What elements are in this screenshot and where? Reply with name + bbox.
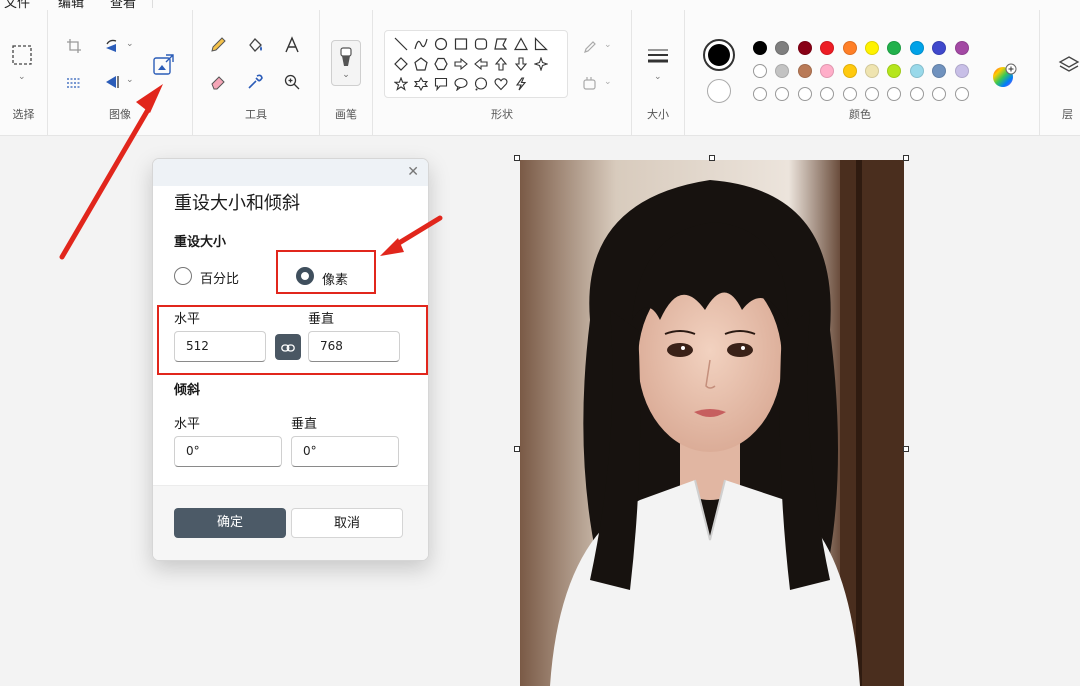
arrow-to-pixels-option (391, 215, 443, 249)
annotation-arrows (59, 84, 443, 260)
arrow-head-icon (136, 84, 163, 113)
arrow-to-resize-icon (59, 105, 152, 260)
